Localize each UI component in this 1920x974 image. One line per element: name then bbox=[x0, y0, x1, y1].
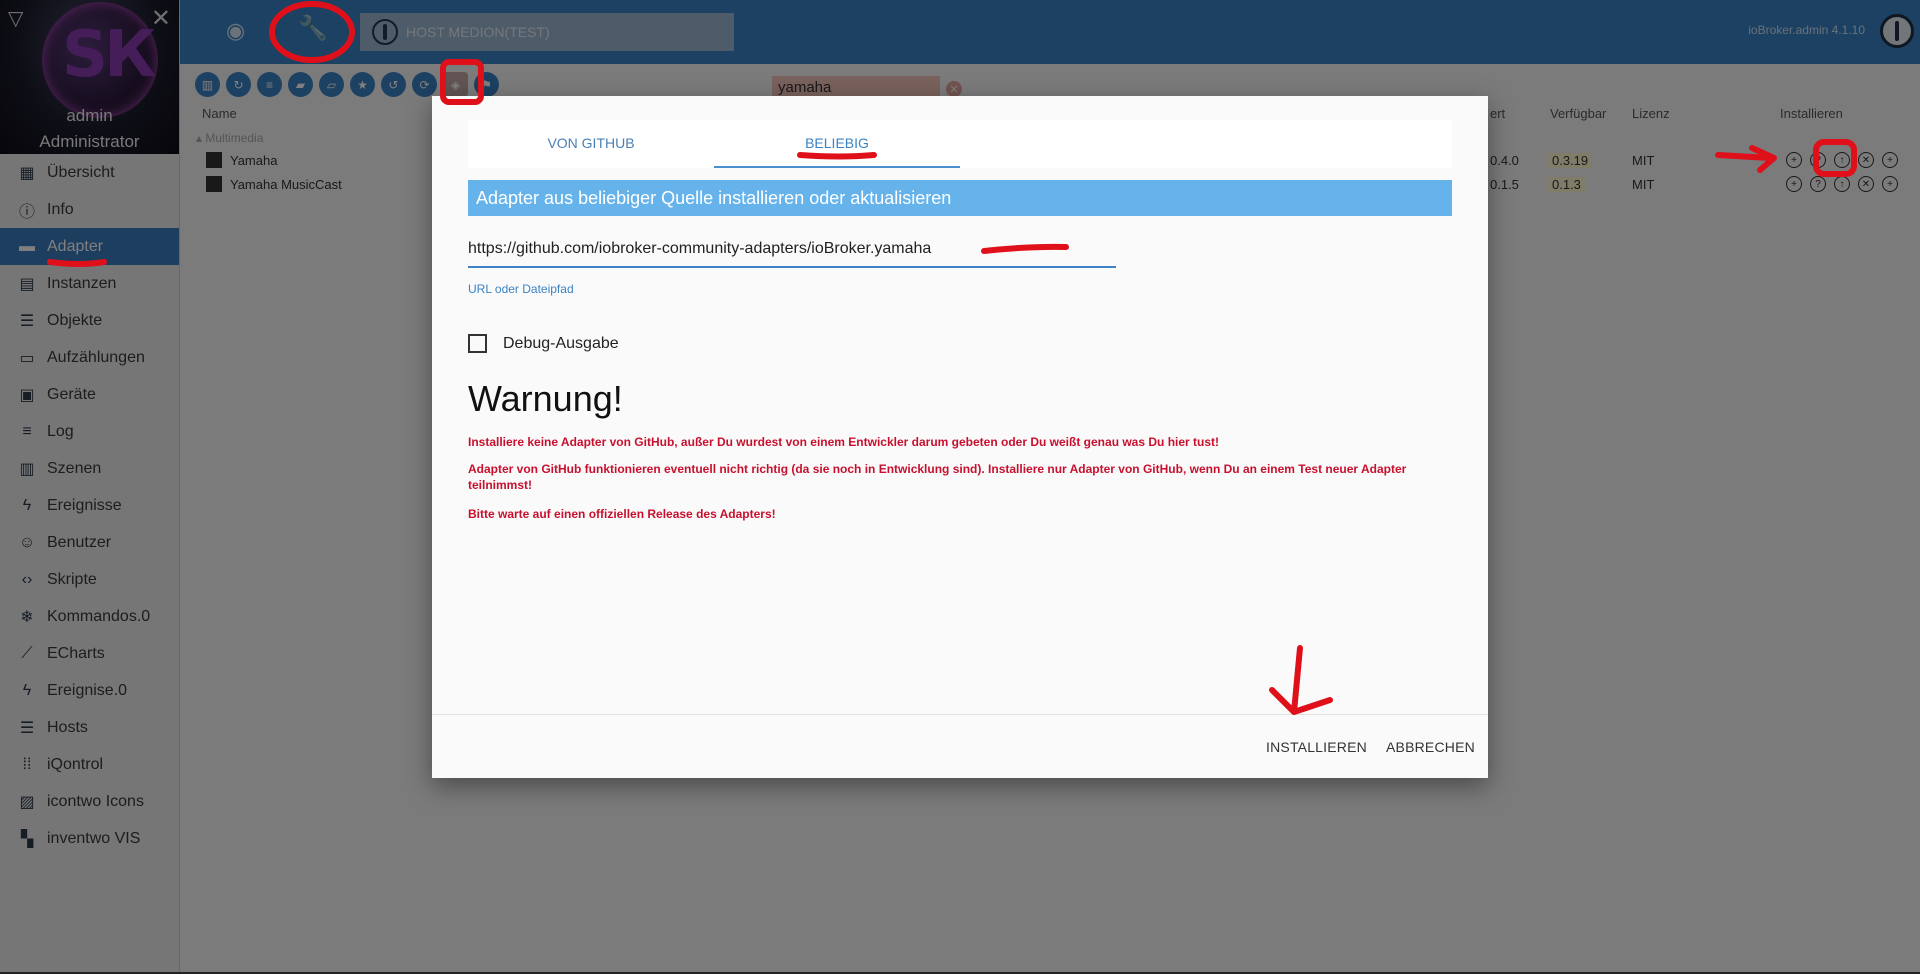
url-helper-text: URL oder Dateipfad bbox=[468, 282, 574, 296]
install-adapter-dialog: VON GITHUB BELIEBIG Adapter aus beliebig… bbox=[432, 96, 1488, 778]
debug-label: Debug-Ausgabe bbox=[503, 334, 619, 352]
dialog-tabs: VON GITHUB BELIEBIG bbox=[468, 120, 1452, 168]
url-input[interactable] bbox=[468, 232, 1116, 266]
url-field bbox=[468, 232, 1116, 268]
cancel-button[interactable]: ABBRECHEN bbox=[1386, 733, 1475, 761]
install-button[interactable]: INSTALLIEREN bbox=[1266, 733, 1367, 761]
tab-von-github[interactable]: VON GITHUB bbox=[468, 120, 714, 168]
warning-text-3: Bitte warte auf einen offiziellen Releas… bbox=[468, 507, 776, 521]
debug-checkbox[interactable] bbox=[468, 334, 487, 353]
warning-text-1: Installiere keine Adapter von GitHub, au… bbox=[468, 435, 1220, 449]
debug-option[interactable]: Debug-Ausgabe bbox=[468, 334, 619, 353]
warning-title: Warnung! bbox=[468, 378, 623, 419]
dialog-banner: Adapter aus beliebiger Quelle installier… bbox=[468, 180, 1452, 216]
dialog-footer: INSTALLIEREN ABBRECHEN bbox=[432, 714, 1488, 778]
warning-text-2: Adapter von GitHub funktionieren eventue… bbox=[468, 462, 1407, 492]
tab-beliebig[interactable]: BELIEBIG bbox=[714, 120, 960, 168]
